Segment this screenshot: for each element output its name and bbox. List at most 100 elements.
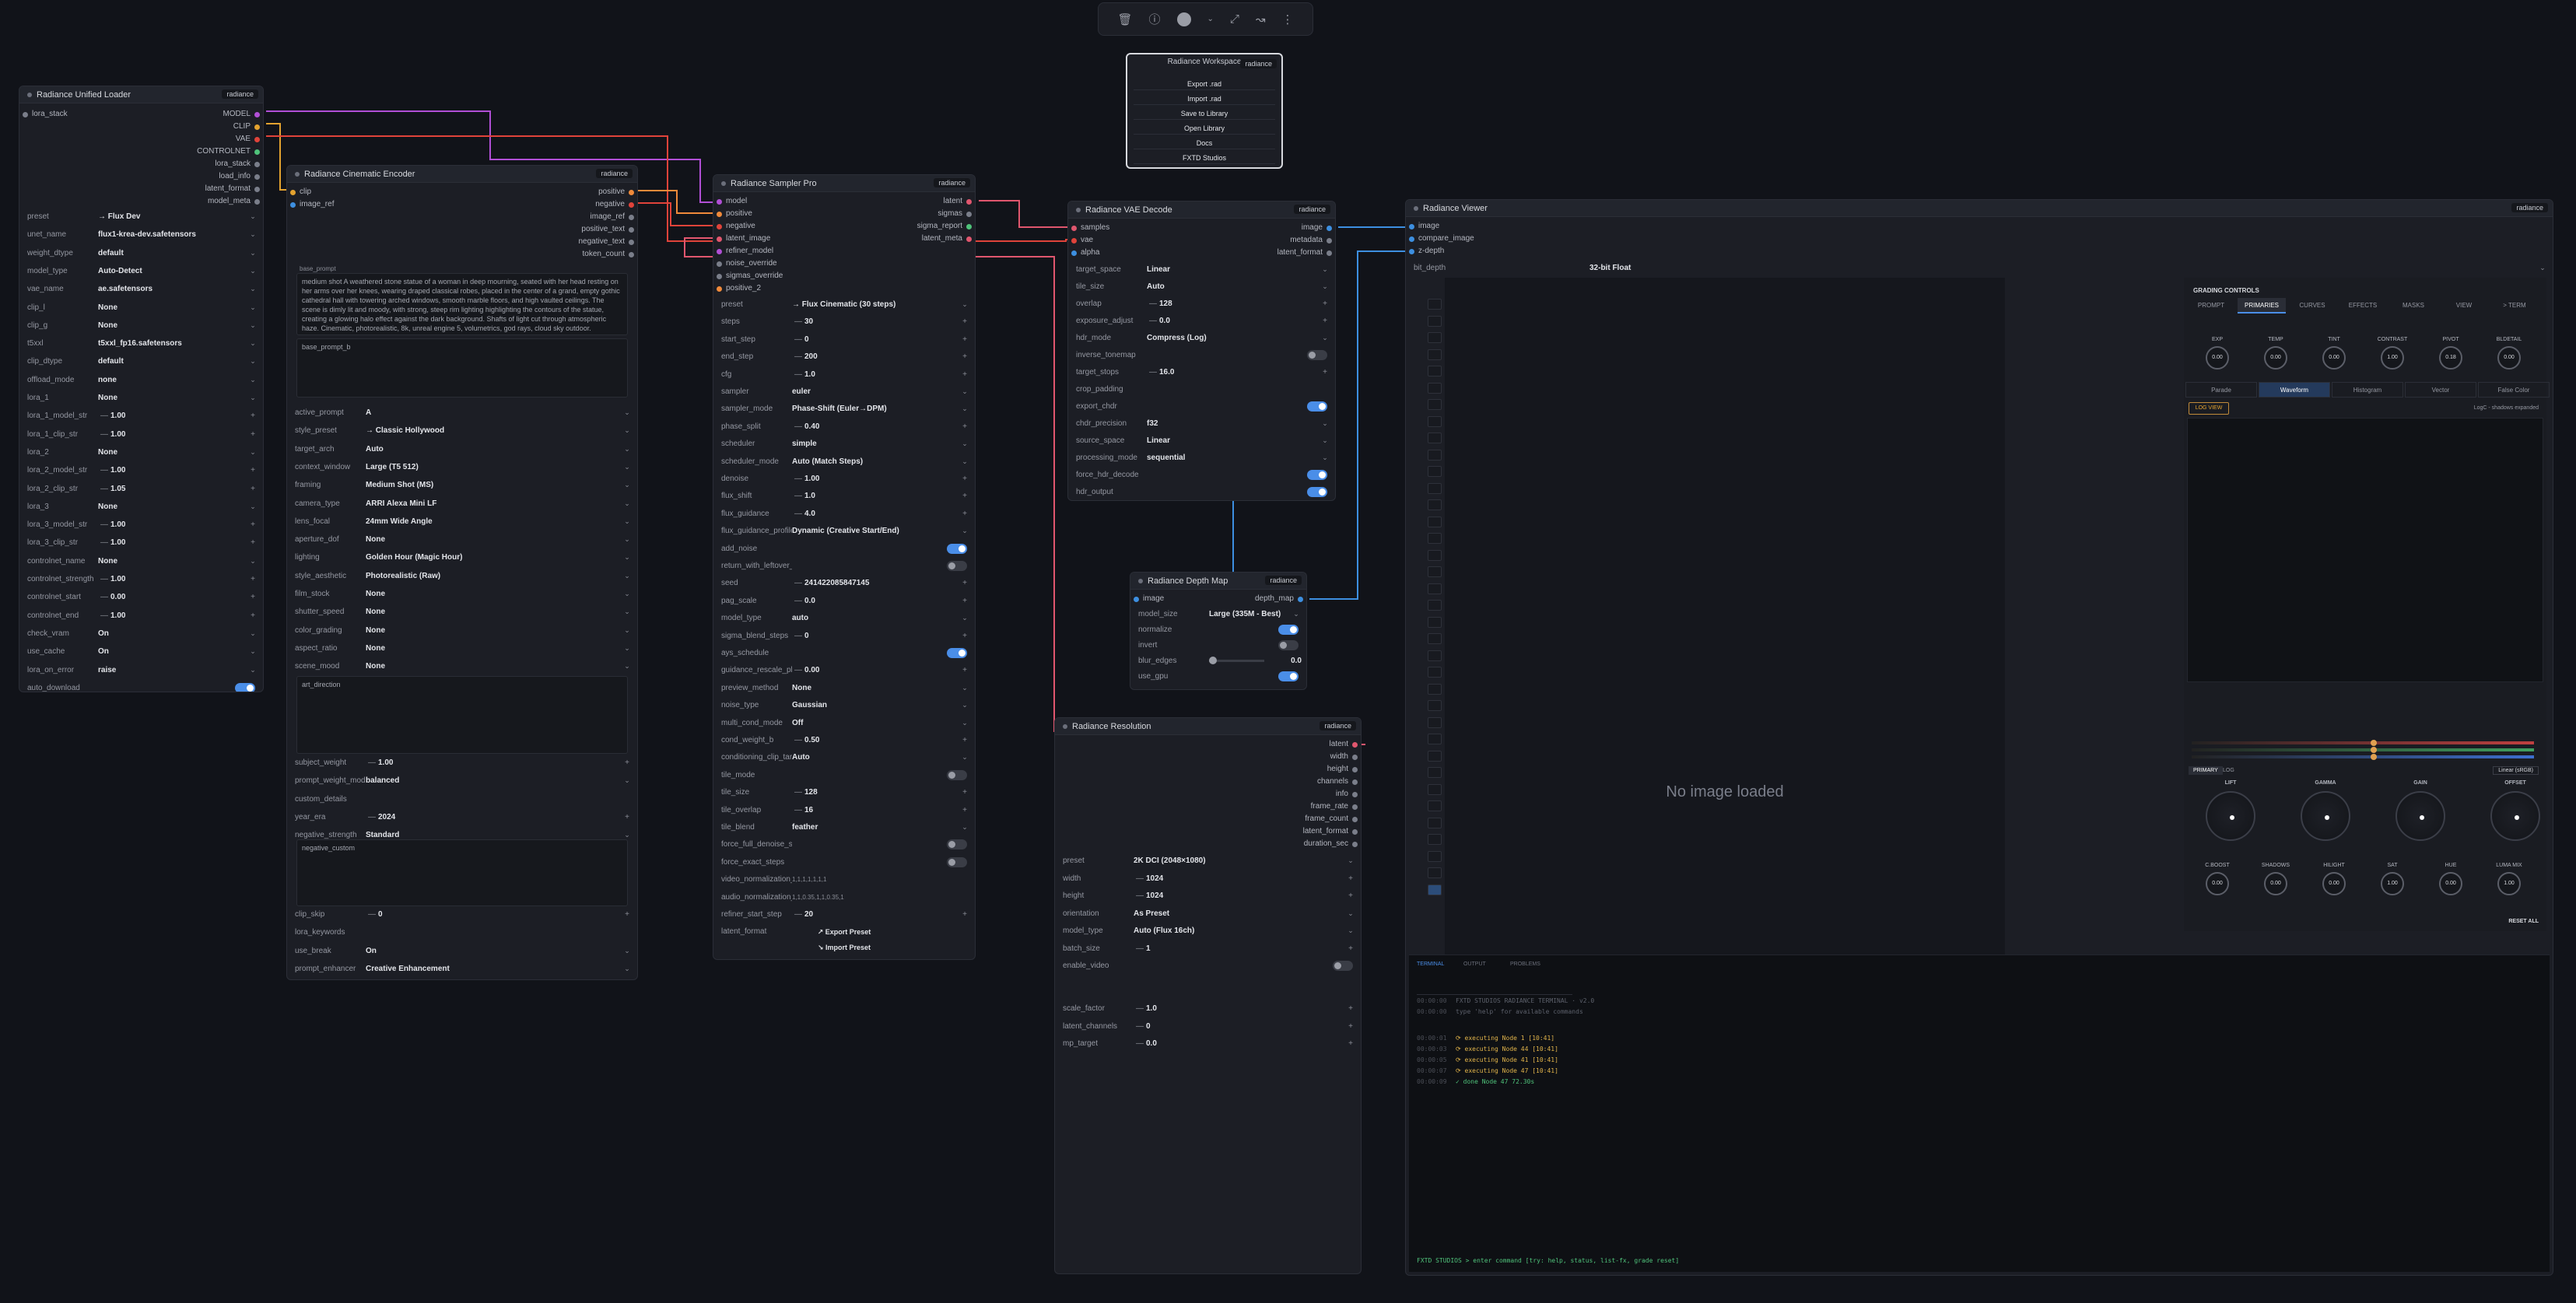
decrement-icon[interactable]: — xyxy=(792,492,804,500)
input-slot[interactable]: clip xyxy=(290,187,311,197)
widget-value[interactable]: On xyxy=(366,947,622,955)
widget-value[interactable]: Auto-Detect xyxy=(98,267,247,275)
widget-value[interactable]: 1,1,1,1,1,1,1 xyxy=(792,876,970,883)
widget-value[interactable]: feather xyxy=(792,823,959,832)
input-slot[interactable]: sigmas_override xyxy=(717,271,783,281)
widget-value[interactable]: Photorealistic (Raw) xyxy=(366,572,622,580)
widget-target-stops[interactable]: target_stops —16.0 + xyxy=(1073,365,1330,380)
increment-icon[interactable]: + xyxy=(959,335,970,344)
widget-flux-guidance-profile[interactable]: flux_guidance_profile Dynamic (Creative S… xyxy=(718,524,970,538)
increment-icon[interactable]: + xyxy=(622,910,633,919)
widget-cond-weight-b[interactable]: cond_weight_b —0.50 + xyxy=(718,733,970,748)
output-slot[interactable]: latent_format xyxy=(205,184,261,194)
chevron-down-icon[interactable]: ⌄ xyxy=(622,776,633,785)
chevron-down-icon[interactable]: ⌄ xyxy=(247,394,258,402)
output-slot[interactable]: latent_format xyxy=(1277,248,1333,257)
widget-value[interactable]: t5xxl_fp16.safetensors xyxy=(98,339,247,348)
chevron-down-icon[interactable]: ⌄ xyxy=(247,212,258,221)
widget-value[interactable]: Compress (Log) xyxy=(1147,334,1320,342)
chevron-down-icon[interactable]: ⌄ xyxy=(622,608,633,616)
widget-scheduler[interactable]: scheduler simple ⌄ xyxy=(718,436,970,451)
decrement-icon[interactable]: — xyxy=(1147,368,1159,377)
widget-flux-guidance[interactable]: flux_guidance —4.0 + xyxy=(718,506,970,521)
widget-value[interactable]: A xyxy=(366,408,622,417)
base-prompt-textarea[interactable]: medium shot A weathered stone statue of … xyxy=(296,273,628,335)
widget-controlnet-end[interactable]: controlnet_end —1.00 + xyxy=(24,608,258,623)
chevron-down-icon[interactable]: ⌄ xyxy=(622,831,633,839)
chevron-down-icon[interactable]: ⌄ xyxy=(622,947,633,955)
widget-value[interactable]: 128 xyxy=(1159,299,1320,308)
terminal-tab[interactable]: PROBLEMS xyxy=(1510,961,1540,967)
input-slot[interactable]: z-depth xyxy=(1409,247,1444,256)
widget-value[interactable]: As Preset xyxy=(1134,909,1345,918)
input-slot[interactable]: positive xyxy=(717,209,752,219)
widget-clip-l[interactable]: clip_l None ⌄ xyxy=(24,300,258,315)
widget-lighting[interactable]: lighting Golden Hour (Magic Hour) ⌄ xyxy=(292,550,633,565)
input-slot[interactable]: alpha xyxy=(1071,248,1099,257)
widget-cfg[interactable]: cfg —1.0 + xyxy=(718,367,970,382)
widget-sampler-mode[interactable]: sampler_mode Phase-Shift (Euler→DPM) ⌄ xyxy=(718,401,970,416)
widget-value[interactable]: 1.05 xyxy=(110,485,247,493)
widget-value[interactable]: None xyxy=(366,535,622,544)
widget-value[interactable]: 200 xyxy=(804,352,959,361)
widget-value[interactable]: 0 xyxy=(804,632,959,640)
increment-icon[interactable]: + xyxy=(959,422,970,431)
increment-icon[interactable]: + xyxy=(247,520,258,529)
widget-prompt-enhancer[interactable]: prompt_enhancer Creative Enhancement ⌄ xyxy=(292,961,633,976)
workspace-menu-item[interactable]: Docs xyxy=(1134,137,1275,149)
widget-value[interactable]: 1.0 xyxy=(804,370,959,379)
scope-tab[interactable]: Vector xyxy=(2405,382,2476,398)
widget-sigma-blend-steps[interactable]: sigma_blend_steps —0 + xyxy=(718,629,970,643)
widget-framing[interactable]: framing Medium Shot (MS) ⌄ xyxy=(292,478,633,492)
log-view-button[interactable]: LOG VIEW xyxy=(2189,402,2229,415)
decrement-icon[interactable]: — xyxy=(1134,1039,1146,1048)
widget-value[interactable]: 16 xyxy=(804,806,959,814)
chevron-down-icon[interactable]: ⌄ xyxy=(959,753,970,762)
widget-tile-size[interactable]: tile_size —128 + xyxy=(718,785,970,800)
primary-tab[interactable]: PRIMARY xyxy=(2189,766,2223,775)
decrement-icon[interactable]: — xyxy=(1147,299,1159,308)
slider-handle[interactable] xyxy=(2371,747,2377,753)
output-slot[interactable]: model_meta xyxy=(208,197,261,206)
widget-use-gpu[interactable]: use_gpu xyxy=(1135,669,1302,684)
widget-value[interactable]: 0.00 xyxy=(110,593,247,601)
toggle-switch[interactable] xyxy=(1278,640,1299,650)
decrement-icon[interactable]: — xyxy=(792,422,804,431)
output-slot[interactable]: channels xyxy=(1317,777,1358,786)
widget-value[interactable]: 2K DCI (2048×1080) xyxy=(1134,856,1345,865)
input-slot[interactable]: lora_stack xyxy=(23,110,68,119)
widget-camera-type[interactable]: camera_type ARRI Alexa Mini LF ⌄ xyxy=(292,496,633,511)
widget-source-space[interactable]: source_space Linear ⌄ xyxy=(1073,433,1330,448)
increment-icon[interactable]: + xyxy=(1320,368,1330,377)
grading-panel[interactable]: GRADING CONTROLS PROMPT PRIMARIES CURVES EFF… xyxy=(2184,278,2550,931)
widget-lora-1-model-str[interactable]: lora_1_model_str —1.00 + xyxy=(24,408,258,423)
widget-value[interactable]: 0 xyxy=(804,335,959,344)
widget-value[interactable]: 0 xyxy=(378,910,622,919)
chevron-down-icon[interactable]: ⌄ xyxy=(1345,926,1356,935)
widget-value[interactable]: Dynamic (Creative Start/End) xyxy=(792,527,959,535)
chevron-down-icon[interactable]: ⌄ xyxy=(1320,454,1330,462)
cinematic-encoder-node[interactable]: Radiance Cinematic Encoder radiance clip i… xyxy=(286,165,638,980)
widget-force-hdr-decode[interactable]: force_hdr_decode xyxy=(1073,468,1330,482)
input-slot[interactable]: negative xyxy=(717,222,755,231)
toggle-switch[interactable] xyxy=(947,769,967,780)
knob[interactable]: 0.00 xyxy=(2322,872,2346,895)
increment-icon[interactable]: + xyxy=(247,430,258,439)
workspace-menu-item[interactable]: Open Library xyxy=(1134,122,1275,135)
increment-icon[interactable]: + xyxy=(959,910,970,919)
chevron-down-icon[interactable]: ⌄ xyxy=(247,321,258,330)
viewer-tool-button[interactable] xyxy=(1428,499,1442,510)
widget-controlnet-name[interactable]: controlnet_name None ⌄ xyxy=(24,554,258,569)
widget-lora-on-error[interactable]: lora_on_error raise ⌄ xyxy=(24,663,258,678)
grading-tab[interactable]: PRIMARIES xyxy=(2238,298,2286,313)
widget-value[interactable]: 1.0 xyxy=(804,492,959,500)
slider-track[interactable] xyxy=(1209,657,1264,664)
widget-refiner-start-step[interactable]: refiner_start_step —20 + xyxy=(718,907,970,922)
import-preset-button[interactable]: ↘ Import Preset xyxy=(713,944,975,952)
widget-crop-padding[interactable]: crop_padding xyxy=(1073,382,1330,397)
viewer-tool-button[interactable] xyxy=(1428,834,1442,845)
widget-add-noise[interactable]: add_noise xyxy=(718,541,970,556)
chevron-down-icon[interactable]: ⌄ xyxy=(622,626,633,635)
chevron-down-icon[interactable]: ⌄ xyxy=(247,249,258,257)
sampler-pro-node[interactable]: Radiance Sampler Pro radiance model positi… xyxy=(713,174,976,960)
